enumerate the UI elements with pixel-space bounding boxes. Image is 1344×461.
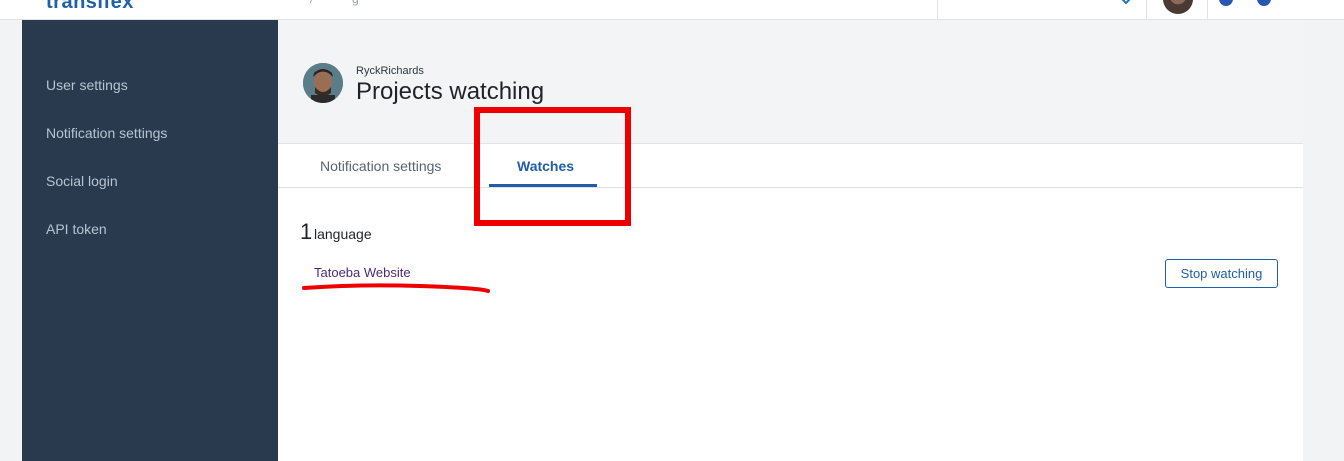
watched-project-link[interactable]: Tatoeba Website xyxy=(314,265,411,280)
annotation-underline xyxy=(302,283,490,293)
annotation-highlight-box xyxy=(474,107,631,226)
breadcrumb-fragment: g xyxy=(352,0,359,6)
stop-watching-button[interactable]: Stop watching xyxy=(1165,259,1278,288)
language-count-label: language xyxy=(314,226,372,242)
settings-sidebar: User settings Notification settings Soci… xyxy=(22,20,278,461)
user-avatar-menu[interactable] xyxy=(1163,0,1193,14)
sidebar-item-social-login[interactable]: Social login xyxy=(46,173,118,189)
topbar-divider xyxy=(1146,0,1147,20)
avatar xyxy=(303,63,343,103)
topbar-divider xyxy=(937,0,938,20)
page-header: RyckRichards Projects watching xyxy=(278,20,1303,144)
sidebar-item-notification-settings[interactable]: Notification settings xyxy=(46,125,167,141)
topbar-divider xyxy=(1207,0,1208,20)
page-title: Projects watching xyxy=(356,78,545,105)
tab-notification-settings[interactable]: Notification settings xyxy=(320,158,441,174)
page-background-strip xyxy=(1303,20,1344,461)
main-panel: RyckRichards Projects watching Notificat… xyxy=(278,20,1303,461)
top-navigation-bar: transifex / g xyxy=(0,0,1344,20)
username: RyckRichards xyxy=(356,65,424,77)
help-icon[interactable] xyxy=(1219,0,1233,6)
sidebar-item-api-token[interactable]: API token xyxy=(46,221,107,237)
language-count: 1 xyxy=(300,219,313,244)
tab-bar: Notification settings Watches xyxy=(278,145,1303,188)
sidebar-item-user-settings[interactable]: User settings xyxy=(46,77,128,93)
info-icon[interactable] xyxy=(1257,0,1271,6)
breadcrumb-separator: / xyxy=(310,0,313,6)
transifex-logo[interactable]: transifex xyxy=(46,0,134,14)
chevron-down-icon[interactable] xyxy=(1120,0,1132,5)
